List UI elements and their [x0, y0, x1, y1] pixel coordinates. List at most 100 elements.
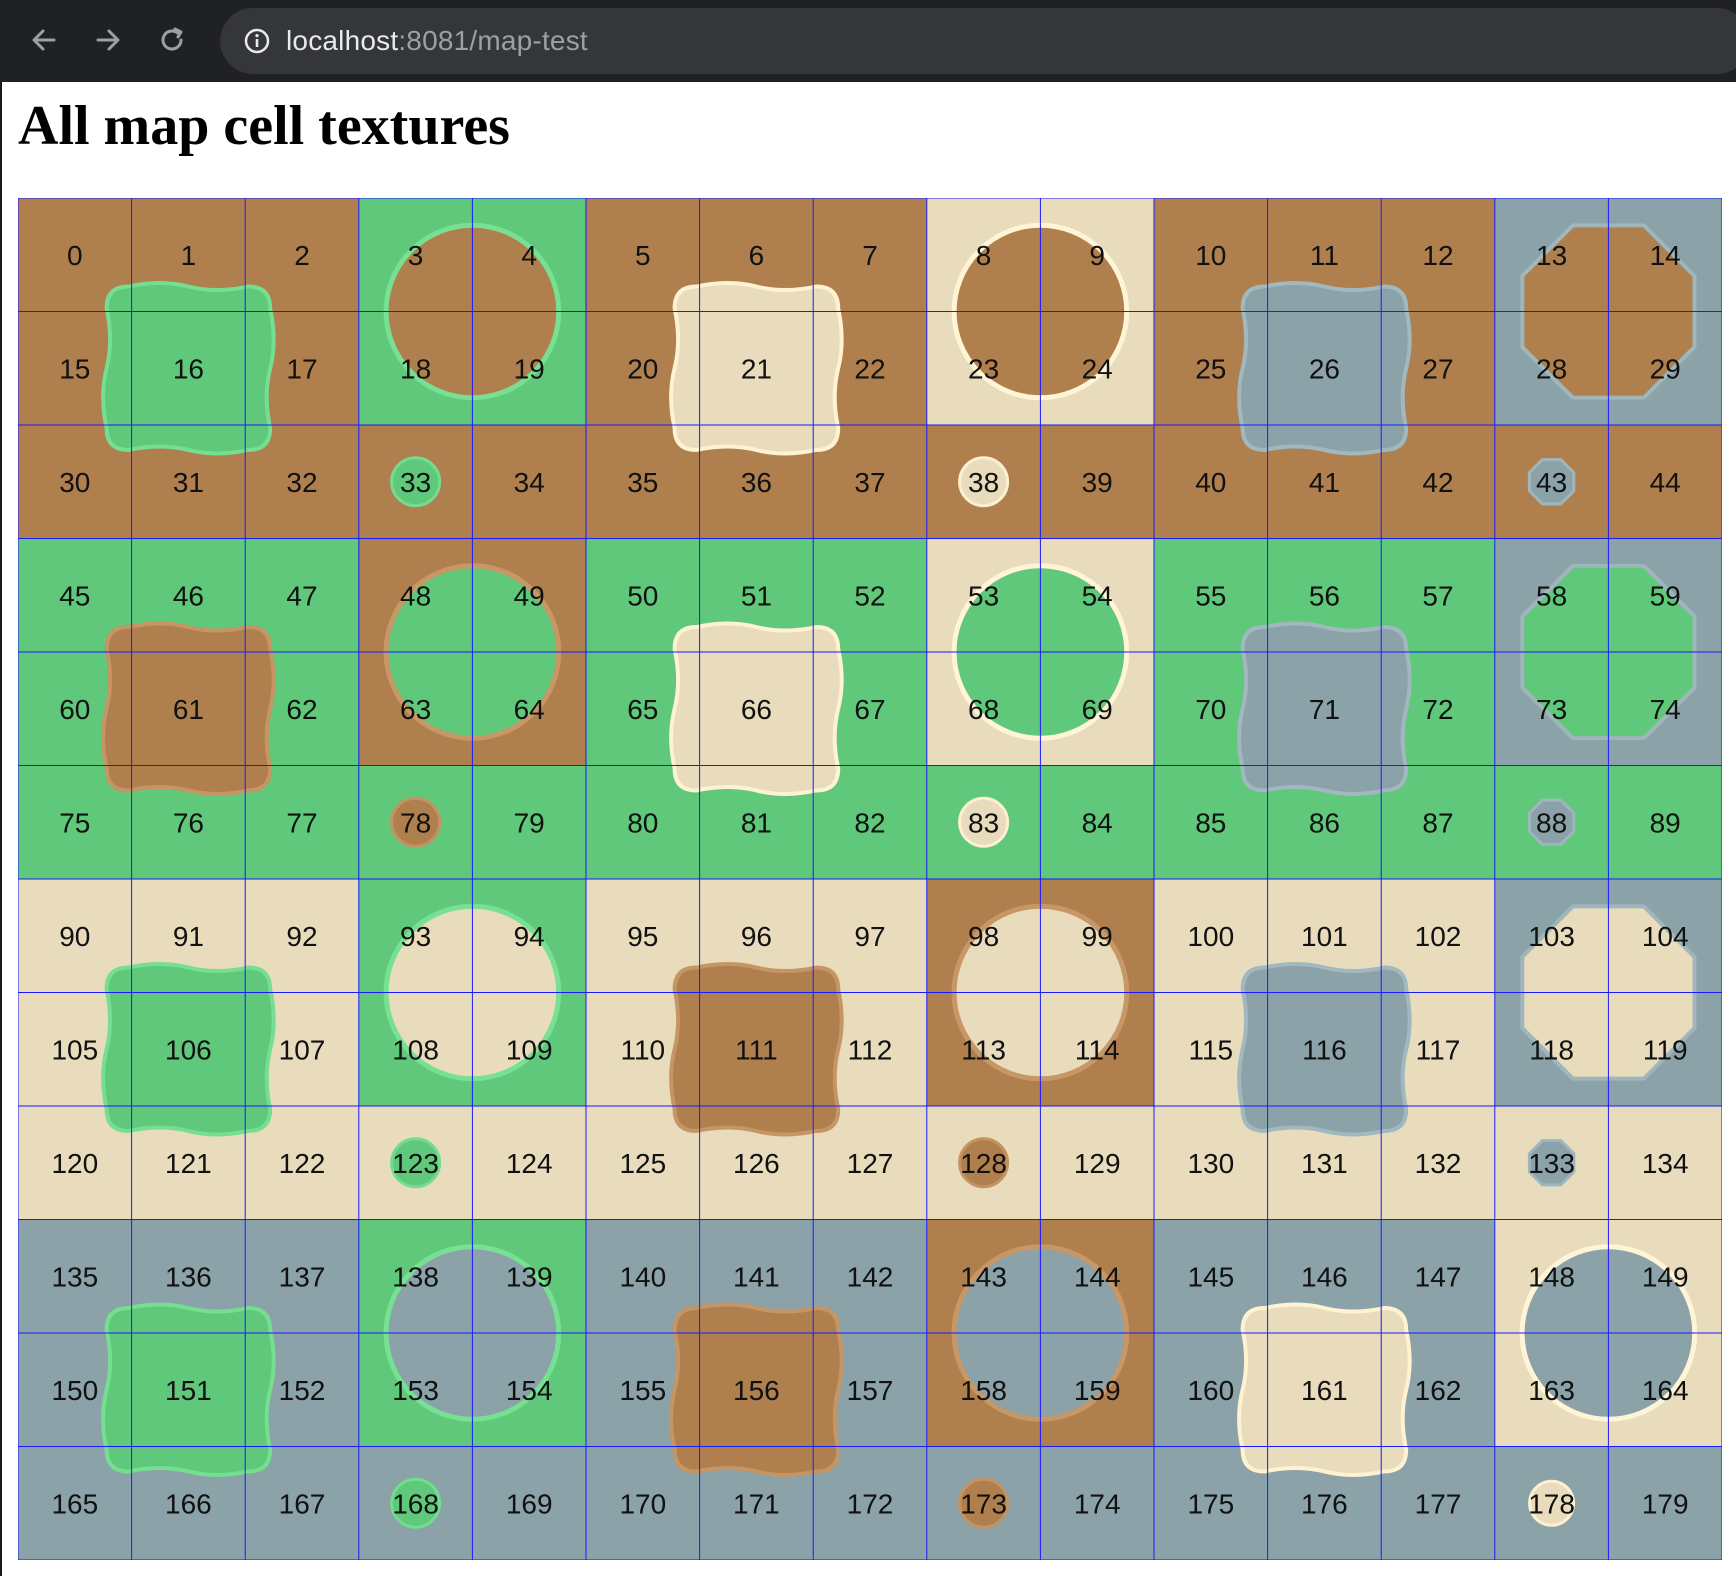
address-bar[interactable]: localhost:8081/map-test	[220, 8, 1736, 74]
cell-label: 90	[59, 921, 90, 952]
cell-label: 47	[286, 580, 317, 611]
cell-label: 156	[733, 1375, 780, 1406]
cell-label: 108	[392, 1034, 439, 1065]
cell-label: 30	[59, 467, 90, 498]
cell-label: 106	[165, 1034, 212, 1065]
cell-label: 115	[1188, 1034, 1233, 1065]
cell-label: 13	[1536, 240, 1567, 271]
cell-label: 111	[735, 1034, 778, 1065]
cell-label: 44	[1650, 467, 1681, 498]
cell-label: 17	[286, 353, 317, 384]
cell-label: 46	[173, 580, 204, 611]
cell-label: 70	[1195, 694, 1226, 725]
cell-label: 116	[1302, 1034, 1347, 1065]
cell-label: 112	[848, 1034, 893, 1065]
cell-label: 120	[51, 1148, 98, 1179]
cell-label: 1	[181, 240, 197, 271]
cell-label: 6	[749, 240, 765, 271]
cell-label: 146	[1301, 1261, 1348, 1292]
cell-label: 12	[1422, 240, 1453, 271]
cell-label: 178	[1528, 1488, 1575, 1519]
cell-label: 129	[1074, 1148, 1121, 1179]
url-text[interactable]: localhost:8081/map-test	[286, 25, 588, 57]
cell-label: 81	[741, 807, 772, 838]
cell-label: 24	[1082, 353, 1113, 384]
cell-label: 26	[1309, 353, 1340, 384]
cell-label: 29	[1650, 353, 1681, 384]
cell-label: 34	[514, 467, 545, 498]
cell-label: 103	[1528, 921, 1575, 952]
cell-label: 141	[733, 1261, 780, 1292]
texture-map: 0 1 2 3 4 5 6 7 8 9 10 11 12 13 1415 16 17 18 19 20 21 22 23 24…	[18, 198, 1722, 1560]
cell-label: 96	[741, 921, 772, 952]
cell-label: 56	[1309, 580, 1340, 611]
cell-label: 7	[862, 240, 878, 271]
forward-button[interactable]	[88, 18, 128, 62]
cell-label: 0	[67, 240, 83, 271]
cell-label: 57	[1422, 580, 1453, 611]
cell-label: 94	[514, 921, 545, 952]
cell-label: 72	[1422, 694, 1453, 725]
cell-label: 147	[1415, 1261, 1462, 1292]
back-button[interactable]	[24, 18, 64, 62]
cell-label: 173	[960, 1488, 1007, 1519]
cell-label: 155	[619, 1375, 666, 1406]
cell-label: 27	[1422, 353, 1453, 384]
cell-label: 77	[286, 807, 317, 838]
cell-label: 50	[627, 580, 658, 611]
cell-label: 169	[506, 1488, 553, 1519]
cell-label: 86	[1309, 807, 1340, 838]
cell-label: 49	[514, 580, 545, 611]
cell-label: 74	[1650, 694, 1681, 725]
cell-label: 64	[514, 694, 545, 725]
cell-label: 142	[847, 1261, 894, 1292]
cell-label: 135	[51, 1261, 98, 1292]
cell-label: 62	[286, 694, 317, 725]
cell-label: 67	[854, 694, 885, 725]
arrow-left-icon	[32, 29, 56, 51]
cell-label: 138	[392, 1261, 439, 1292]
cell-label: 36	[741, 467, 772, 498]
cell-label: 144	[1074, 1261, 1121, 1292]
cell-label: 164	[1642, 1375, 1689, 1406]
cell-label: 38	[968, 467, 999, 498]
cell-label: 131	[1301, 1148, 1348, 1179]
cell-label: 84	[1082, 807, 1113, 838]
cell-label: 43	[1536, 467, 1567, 498]
cell-label: 8	[976, 240, 992, 271]
cell-label: 128	[960, 1148, 1007, 1179]
cell-label: 33	[400, 467, 431, 498]
cell-label: 166	[165, 1488, 212, 1519]
cell-label: 87	[1422, 807, 1453, 838]
cell-label: 35	[627, 467, 658, 498]
cell-label: 140	[619, 1261, 666, 1292]
cell-label: 145	[1187, 1261, 1234, 1292]
cell-label: 137	[279, 1261, 326, 1292]
cell-label: 153	[392, 1375, 439, 1406]
cell-label: 31	[173, 467, 204, 498]
cell-label: 168	[392, 1488, 439, 1519]
cell-label: 78	[400, 807, 431, 838]
cell-label: 159	[1074, 1375, 1121, 1406]
cell-label: 55	[1195, 580, 1226, 611]
cell-label: 163	[1528, 1375, 1575, 1406]
cell-label: 143	[960, 1261, 1007, 1292]
cell-label: 11	[1310, 240, 1339, 271]
cell-label: 83	[968, 807, 999, 838]
cell-label: 174	[1074, 1488, 1121, 1519]
info-icon[interactable]	[242, 26, 272, 56]
cell-label: 154	[506, 1375, 553, 1406]
cell-label: 102	[1415, 921, 1462, 952]
cell-label: 121	[165, 1148, 212, 1179]
url-path: :8081/map-test	[398, 25, 588, 56]
cell-label: 40	[1195, 467, 1226, 498]
cell-label: 66	[741, 694, 772, 725]
cell-label: 52	[854, 580, 885, 611]
cell-label: 157	[847, 1375, 894, 1406]
reload-button[interactable]	[152, 18, 192, 62]
cell-label: 4	[521, 240, 537, 271]
browser-toolbar: localhost:8081/map-test	[0, 0, 1736, 82]
cell-label: 114	[1075, 1034, 1120, 1065]
cell-label: 136	[165, 1261, 212, 1292]
cell-label: 92	[286, 921, 317, 952]
